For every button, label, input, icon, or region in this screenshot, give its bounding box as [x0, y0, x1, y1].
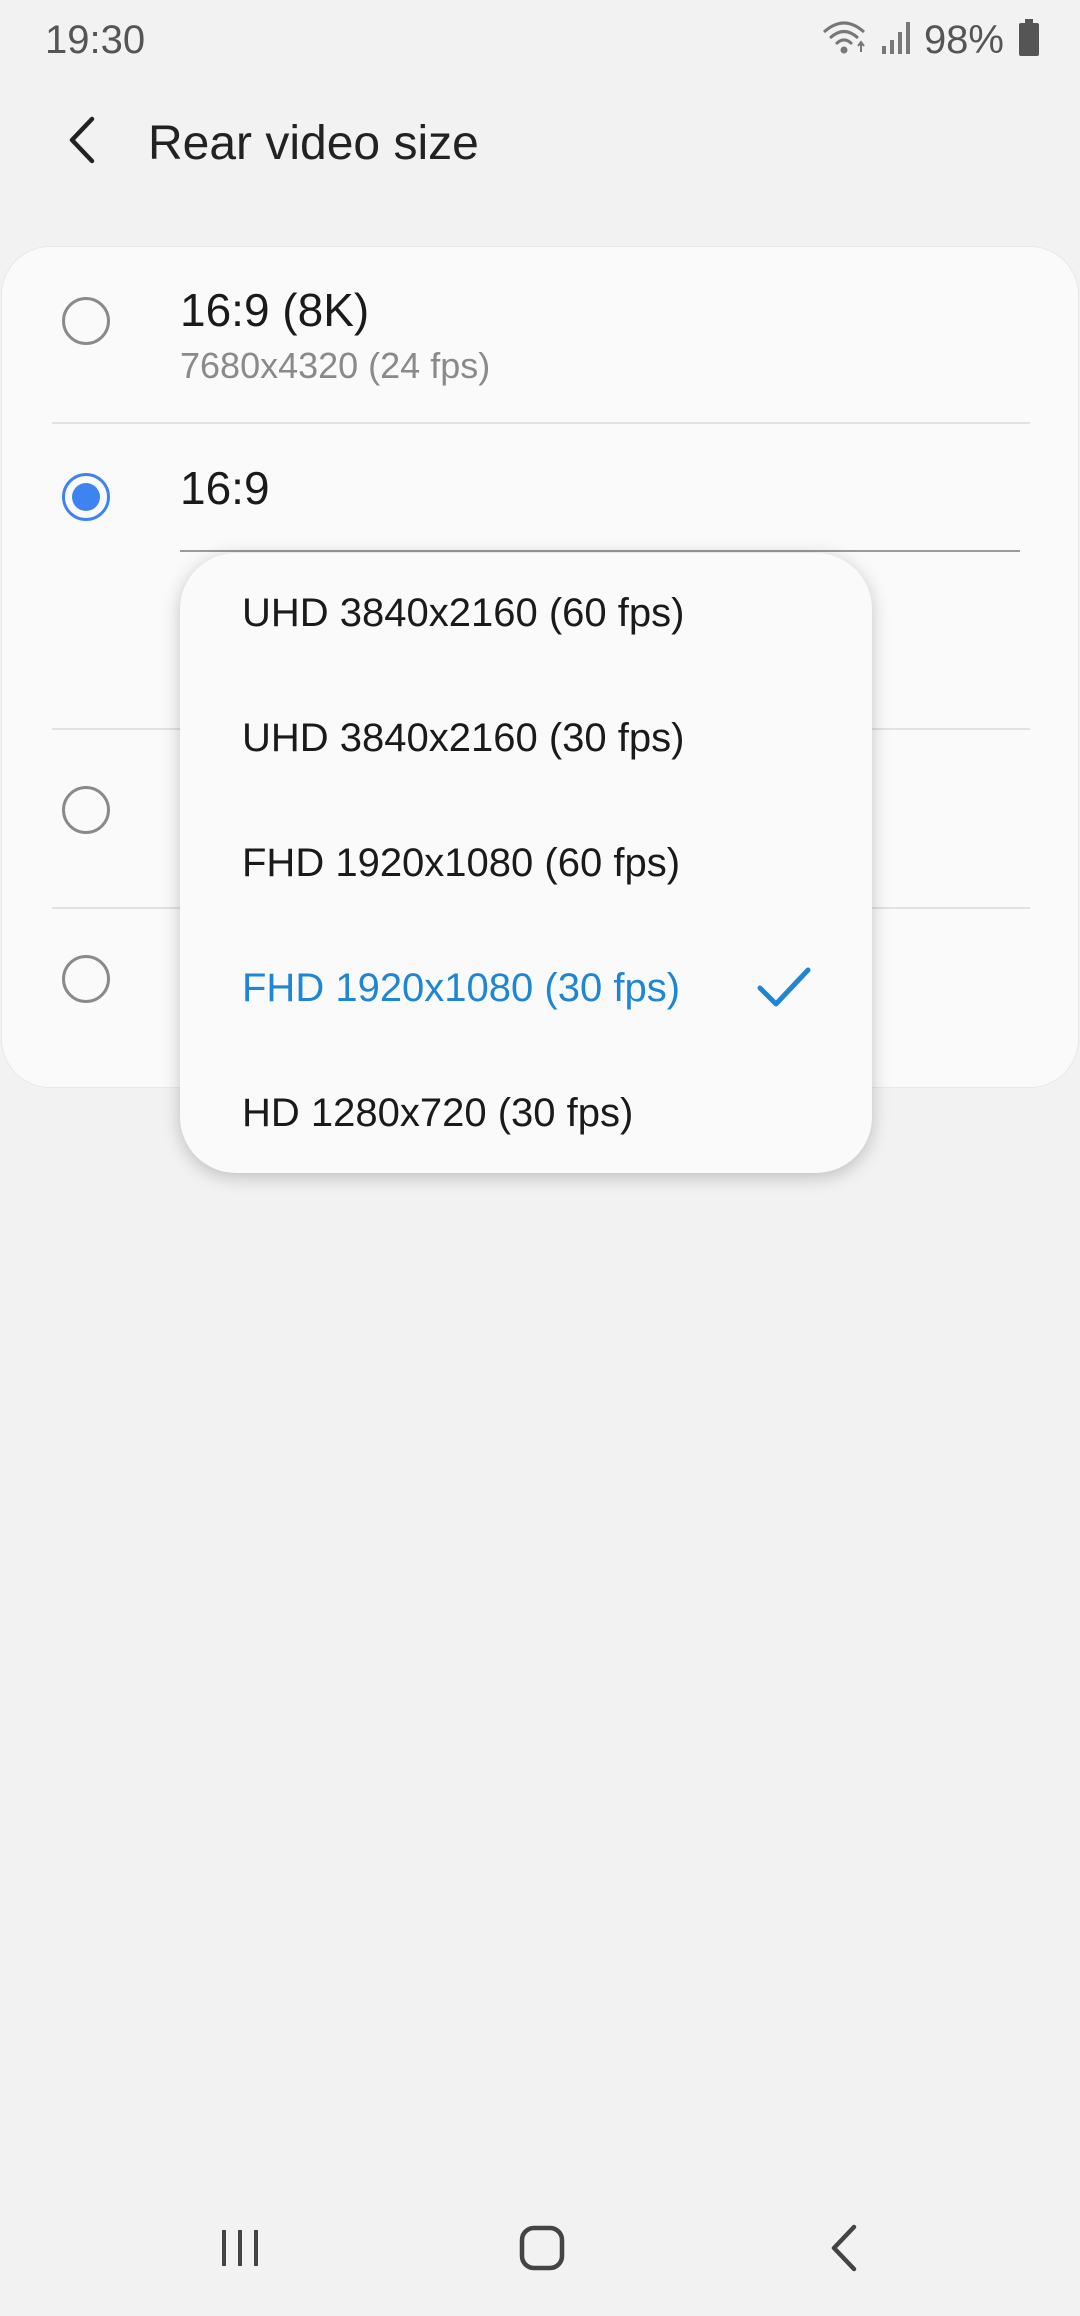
menu-item-uhd-60[interactable]: UHD 3840x2160 (60 fps)	[180, 553, 872, 678]
battery-icon	[1018, 19, 1040, 62]
radio-button[interactable]	[62, 297, 110, 345]
dropdown-field[interactable]	[180, 550, 1020, 552]
option-title: 16:9 (8K)	[180, 284, 370, 336]
home-button[interactable]	[502, 2210, 582, 2290]
navigation-bar	[0, 2180, 1080, 2316]
status-icons: 98%	[822, 18, 1040, 63]
recent-apps-icon	[218, 2228, 262, 2273]
radio-button[interactable]	[62, 786, 110, 834]
back-icon	[826, 2223, 862, 2278]
check-icon	[756, 964, 812, 1012]
radio-button-selected[interactable]	[62, 473, 110, 521]
option-subtitle: 7680x4320 (24 fps)	[180, 345, 491, 386]
option-title: 16:9	[180, 462, 270, 514]
status-time: 19:30	[45, 18, 146, 62]
recent-apps-button[interactable]	[200, 2210, 280, 2290]
option-16-9-8k[interactable]: 16:9 (8K) 7680x4320 (24 fps)	[2, 247, 1078, 423]
menu-item-label: UHD 3840x2160 (60 fps)	[242, 591, 685, 635]
signal-icon	[880, 20, 910, 61]
menu-item-label: FHD 1920x1080 (30 fps)	[242, 966, 681, 1010]
menu-item-label: HD 1280x720 (30 fps)	[242, 1091, 634, 1135]
battery-percent: 98%	[923, 18, 1004, 62]
menu-item-fhd-60[interactable]: FHD 1920x1080 (60 fps)	[180, 803, 872, 928]
chevron-left-icon	[64, 115, 100, 170]
back-button[interactable]	[50, 110, 114, 174]
menu-item-uhd-30[interactable]: UHD 3840x2160 (30 fps)	[180, 678, 872, 803]
menu-item-label: UHD 3840x2160 (30 fps)	[242, 716, 685, 760]
resolution-dropdown-menu: UHD 3840x2160 (60 fps) UHD 3840x2160 (30…	[180, 553, 872, 1173]
app-bar: Rear video size	[0, 82, 1080, 202]
menu-item-label: FHD 1920x1080 (60 fps)	[242, 841, 681, 885]
menu-item-hd-30[interactable]: HD 1280x720 (30 fps)	[180, 1053, 872, 1173]
status-bar: 19:30 98%	[0, 0, 1080, 82]
wifi-icon	[822, 18, 866, 63]
page-title: Rear video size	[148, 117, 479, 170]
back-nav-button[interactable]	[804, 2210, 884, 2290]
menu-item-fhd-30[interactable]: FHD 1920x1080 (30 fps)	[180, 928, 872, 1053]
radio-button[interactable]	[62, 955, 110, 1003]
home-icon	[518, 2224, 566, 2277]
